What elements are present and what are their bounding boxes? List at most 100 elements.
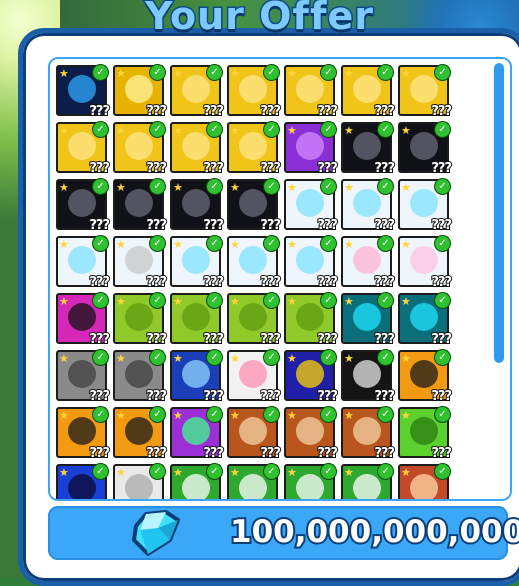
pet-slot[interactable]: ★✓???	[284, 64, 339, 120]
pet-quantity: ???	[202, 274, 225, 291]
pet-slot[interactable]: ★✓???	[227, 178, 282, 234]
selected-check-icon: ✓	[377, 64, 394, 81]
pet-slot[interactable]: ★✓???	[56, 463, 109, 499]
rarity-star-icon: ★	[230, 238, 240, 251]
pet-quantity: ???	[259, 388, 282, 405]
pet-slot[interactable]: ★✓???	[170, 235, 225, 291]
pet-slot[interactable]: ★✓???	[170, 178, 225, 234]
pet-slot[interactable]: ★✓???	[170, 349, 225, 405]
rarity-star-icon: ★	[59, 181, 69, 194]
pet-quantity: ???	[145, 103, 168, 120]
pet-slot[interactable]: ★✓???	[56, 292, 111, 348]
pet-slot[interactable]: ★✓???	[398, 463, 451, 499]
pet-slot[interactable]: ★✓???	[113, 349, 168, 405]
pet-slot[interactable]: ★✓???	[284, 349, 339, 405]
pet-icon	[296, 303, 324, 331]
selected-check-icon: ✓	[263, 235, 280, 252]
pet-slot[interactable]: ★✓???	[170, 292, 225, 348]
pet-slot[interactable]: ★ ✓???	[227, 235, 282, 291]
pet-slot[interactable]: ★✓???	[113, 463, 166, 499]
pet-slot[interactable]: ★✓???	[341, 406, 396, 462]
pet-quantity: ???	[373, 103, 396, 120]
pet-slot[interactable]: ★✓???	[398, 178, 453, 234]
grid-scrollbar[interactable]	[494, 63, 504, 363]
pet-slot[interactable]: ★✓???	[113, 235, 168, 291]
selected-check-icon: ✓	[92, 349, 109, 366]
pet-slot[interactable]: ★✓???	[341, 121, 396, 177]
pet-slot[interactable]: ★✓???	[341, 292, 396, 348]
pet-icon	[239, 360, 267, 388]
pet-slot[interactable]: ★✓???	[113, 64, 168, 120]
pet-quantity: ???	[373, 160, 396, 177]
pet-slot[interactable]: ★✓???	[170, 463, 223, 499]
pet-icon	[239, 132, 267, 160]
pet-slot[interactable]: ★✓???	[170, 121, 225, 177]
rarity-star-icon: ★	[401, 409, 411, 422]
pet-slot[interactable]: ★✓???	[398, 292, 453, 348]
pet-quantity: ???	[145, 331, 168, 348]
diamond-icon	[132, 510, 180, 556]
pet-slot[interactable]: ★✓???	[170, 64, 225, 120]
pet-slot[interactable]: ★✓???	[56, 349, 111, 405]
pet-icon	[239, 246, 267, 274]
pet-slot[interactable]: ★✓???	[284, 121, 339, 177]
pet-slot[interactable]: ★✓???	[227, 349, 282, 405]
pet-slot[interactable]: ★✓???	[284, 463, 337, 499]
pet-slot[interactable]: ★✓???	[227, 64, 282, 120]
pet-slot[interactable]: ★✓???	[398, 349, 453, 405]
pet-slot[interactable]: ★✓???	[341, 463, 394, 499]
pet-slot[interactable]: ★✓???	[398, 235, 453, 291]
pet-icon	[239, 189, 267, 217]
selected-check-icon: ✓	[149, 178, 166, 195]
pet-slot[interactable]: ★✓???	[56, 235, 111, 291]
pet-slot[interactable]: ★✓???	[398, 64, 453, 120]
selected-check-icon: ✓	[92, 235, 109, 252]
pet-icon	[353, 132, 381, 160]
pet-grid-container[interactable]: ★ ✓??? ★ ✓??? ★ ✓??? ★ ✓??? ★ ✓??? ★ ✓??? ★ ✓??? ★ ✓???…	[48, 57, 512, 501]
pet-slot[interactable]: ★✓???	[227, 121, 282, 177]
pet-slot[interactable]: ★✓???	[113, 292, 168, 348]
pet-slot[interactable]: ★✓???	[227, 406, 282, 462]
pet-slot[interactable]: ★✓???	[56, 121, 111, 177]
pet-slot[interactable]: ★✓???	[284, 292, 339, 348]
rarity-star-icon: ★	[230, 124, 240, 137]
pet-quantity: ???	[316, 445, 339, 462]
pet-quantity: ???	[88, 331, 111, 348]
pet-slot[interactable]: ★✓???	[56, 64, 111, 120]
pet-icon	[125, 303, 153, 331]
pet-slot[interactable]: ★✓???	[113, 121, 168, 177]
pet-slot[interactable]: ★✓???	[227, 292, 282, 348]
pet-slot[interactable]: ★✓???	[113, 406, 168, 462]
pet-slot[interactable]: ★✓???	[284, 235, 339, 291]
rarity-star-icon: ★	[287, 466, 297, 479]
pet-quantity: ???	[316, 274, 339, 291]
selected-check-icon: ✓	[92, 292, 109, 309]
pet-icon	[296, 75, 324, 103]
pet-slot[interactable]: ★✓???	[341, 178, 396, 234]
pet-slot[interactable]: ★✓???	[398, 406, 453, 462]
pet-quantity: ???	[88, 445, 111, 462]
pet-slot[interactable]: ★✓???	[170, 406, 225, 462]
rarity-star-icon: ★	[401, 295, 411, 308]
pet-slot[interactable]: ★✓???	[284, 178, 339, 234]
pet-slot[interactable]: ★✓???	[113, 178, 168, 234]
pet-quantity: ???	[430, 331, 453, 348]
pet-icon	[296, 189, 324, 217]
rarity-star-icon: ★	[116, 181, 126, 194]
pet-slot[interactable]: ★✓???	[56, 178, 111, 234]
rarity-star-icon: ★	[59, 352, 69, 365]
pet-slot[interactable]: ★✓???	[341, 235, 396, 291]
pet-icon	[182, 303, 210, 331]
pet-slot[interactable]: ★✓???	[341, 64, 396, 120]
pet-icon	[125, 474, 153, 499]
pet-icon	[239, 417, 267, 445]
pet-slot[interactable]: ★✓???	[398, 121, 453, 177]
pet-slot[interactable]: ★✓???	[284, 406, 339, 462]
selected-check-icon: ✓	[206, 463, 223, 480]
pet-slot[interactable]: ★✓???	[341, 349, 396, 405]
pet-slot[interactable]: ★✓???	[56, 406, 111, 462]
pet-slot[interactable]: ★✓???	[227, 463, 280, 499]
pet-quantity: ???	[259, 274, 282, 291]
price-bar: 100,000,000,000	[48, 506, 519, 560]
pet-icon	[410, 303, 438, 331]
